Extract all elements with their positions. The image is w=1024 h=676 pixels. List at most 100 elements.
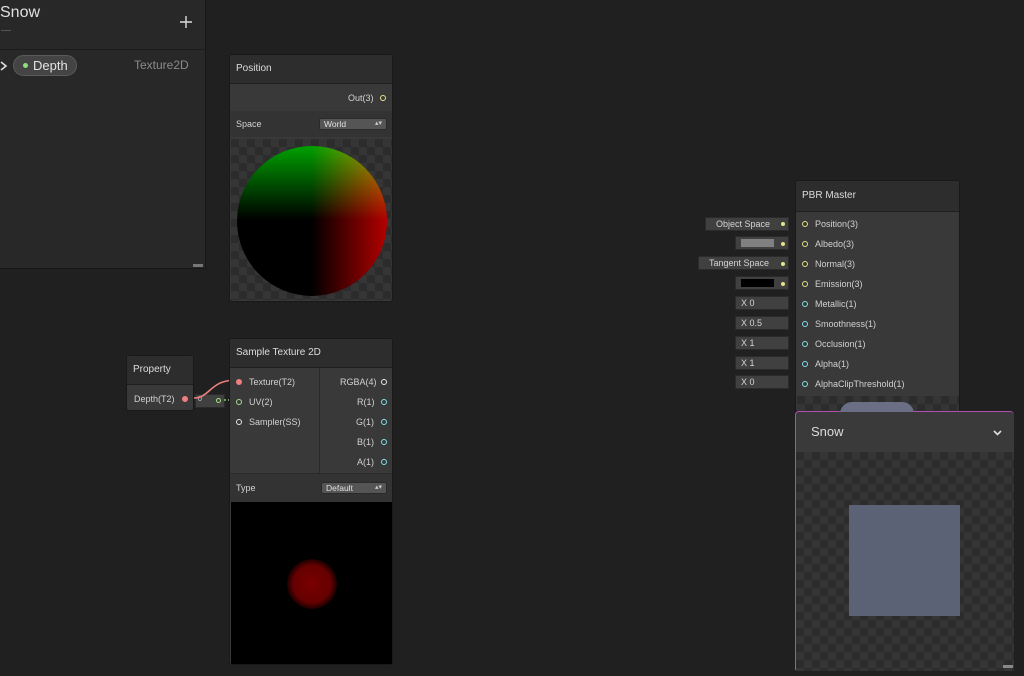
input-label: Albedo(3) <box>815 239 855 249</box>
output-label: G(1) <box>356 417 374 427</box>
node-header[interactable]: Position <box>230 55 392 84</box>
a-output-port[interactable] <box>381 459 387 465</box>
settings-row: Space World ▴▾ <box>230 111 392 137</box>
input-label: Occlusion(1) <box>815 339 866 349</box>
blackboard-title: Snow <box>0 4 41 21</box>
node-title: Position <box>236 63 272 74</box>
resize-handle[interactable] <box>1003 665 1013 668</box>
blackboard-divider <box>0 49 205 50</box>
metallic-input-port[interactable] <box>802 301 808 307</box>
space-value: World <box>324 119 347 129</box>
input-label: Sampler(SS) <box>249 417 301 427</box>
type-value: Default <box>326 483 353 493</box>
alpha-clip-value: X 0 <box>741 377 755 387</box>
connector-dot <box>781 242 785 246</box>
plus-icon[interactable] <box>178 14 194 30</box>
main-preview-title: Snow <box>811 424 844 439</box>
smoothness-value: X 0.5 <box>741 318 763 328</box>
connector-dot <box>781 222 785 226</box>
node-header[interactable]: Property <box>127 356 193 385</box>
position-space-field[interactable]: Object Space <box>705 217 789 231</box>
emission-color-swatch[interactable] <box>741 279 774 287</box>
connector-dot <box>781 282 785 286</box>
position-input-port[interactable] <box>802 221 808 227</box>
emission-input-port[interactable] <box>802 281 808 287</box>
main-preview-header[interactable]: Snow <box>796 412 1014 452</box>
property-node[interactable]: Property Depth(T2) <box>126 355 194 411</box>
normal-space-field[interactable]: Tangent Space <box>698 256 789 270</box>
rgba-output-port[interactable] <box>381 379 387 385</box>
texture-preview <box>287 559 337 609</box>
pbr-master-node[interactable]: PBR Master Position(3) Albedo(3) Normal(… <box>795 180 960 412</box>
node-title: PBR Master <box>802 190 856 201</box>
smoothness-value-field[interactable]: X 0.5 <box>735 316 789 330</box>
property-pill-depth[interactable]: Depth <box>13 55 77 76</box>
output-label: R(1) <box>357 397 375 407</box>
node-header[interactable]: Sample Texture 2D <box>230 339 392 368</box>
input-label: UV(2) <box>249 397 273 407</box>
node-header[interactable]: PBR Master <box>796 181 959 212</box>
albedo-input-port[interactable] <box>802 241 808 247</box>
texture-input-port[interactable] <box>236 379 242 385</box>
settings-row: Type Default ▴▾ <box>230 473 392 502</box>
r-output-port[interactable] <box>381 399 387 405</box>
port-divider <box>319 368 320 473</box>
output-label: Out(3) <box>348 93 374 103</box>
input-label: Texture(T2) <box>249 377 296 387</box>
type-dropdown[interactable]: Default ▴▾ <box>321 482 387 494</box>
property-type: Texture2D <box>134 58 189 72</box>
blackboard-panel: Snow Depth Texture2D <box>0 0 206 269</box>
main-preview-panel[interactable]: Snow <box>795 402 1014 671</box>
normal-space-value: Tangent Space <box>709 258 770 268</box>
uv-input-port[interactable] <box>236 399 242 405</box>
input-label: Normal(3) <box>815 259 856 269</box>
node-title: Sample Texture 2D <box>236 347 321 358</box>
output-label: RGBA(4) <box>340 377 377 387</box>
input-label: Emission(3) <box>815 279 863 289</box>
input-label: Smoothness(1) <box>815 319 877 329</box>
alpha-clip-input-port[interactable] <box>802 381 808 387</box>
node-title: Property <box>133 364 171 375</box>
metallic-value-field[interactable]: X 0 <box>735 296 789 310</box>
chevron-down-icon[interactable] <box>993 430 1002 436</box>
main-preview-viewport[interactable] <box>796 452 1014 671</box>
node-preview <box>231 139 392 300</box>
output-port[interactable] <box>182 396 188 402</box>
space-label: Space <box>236 119 262 129</box>
dropdown-arrow-icon: ▴▾ <box>374 120 382 127</box>
resize-handle[interactable] <box>193 264 203 267</box>
normal-input-port[interactable] <box>802 261 808 267</box>
preview-quad <box>849 505 960 616</box>
alpha-clip-value-field[interactable]: X 0 <box>735 375 789 389</box>
occlusion-input-port[interactable] <box>802 341 808 347</box>
alpha-input-port[interactable] <box>802 361 808 367</box>
input-label: Position(3) <box>815 219 859 229</box>
metallic-value: X 0 <box>741 298 755 308</box>
output-label: B(1) <box>357 437 375 447</box>
connector-dot <box>781 262 785 266</box>
sampler-input-port[interactable] <box>236 419 242 425</box>
output-port[interactable] <box>380 95 386 101</box>
input-label: Metallic(1) <box>815 299 857 309</box>
albedo-color-swatch[interactable] <box>741 239 774 247</box>
smoothness-input-port[interactable] <box>802 321 808 327</box>
b-output-port[interactable] <box>381 439 387 445</box>
g-output-port[interactable] <box>381 419 387 425</box>
input-label: AlphaClipThreshold(1) <box>815 379 905 389</box>
chevron-right-icon[interactable] <box>0 60 10 72</box>
position-node[interactable]: Position Out(3) Space World ▴▾ <box>229 54 393 302</box>
alpha-value-field[interactable]: X 1 <box>735 356 789 370</box>
position-sphere-preview <box>237 146 387 296</box>
blackboard-subtitle-line <box>1 30 11 31</box>
alpha-value: X 1 <box>741 358 755 368</box>
node-preview <box>231 502 392 664</box>
output-label: A(1) <box>357 457 375 467</box>
occlusion-value-field[interactable]: X 1 <box>735 336 789 350</box>
output-label: Depth(T2) <box>134 394 175 404</box>
input-label: Alpha(1) <box>815 359 850 369</box>
sample-texture-2d-node[interactable]: Sample Texture 2D Texture(T2) UV(2) Samp… <box>229 338 393 665</box>
property-name: Depth <box>33 58 68 73</box>
property-dot-icon <box>23 63 28 68</box>
space-dropdown[interactable]: World ▴▾ <box>319 118 387 130</box>
occlusion-value: X 1 <box>741 338 755 348</box>
